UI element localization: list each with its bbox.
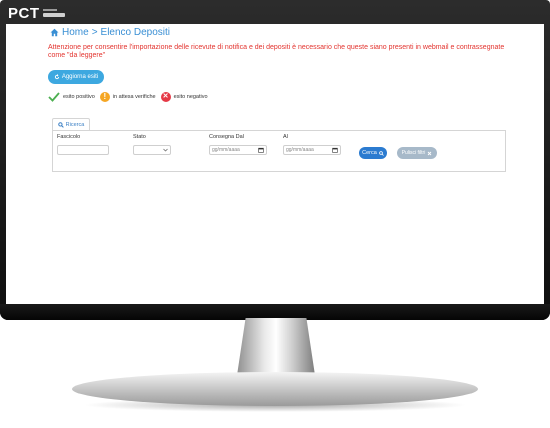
error-x-icon: ✕: [160, 92, 171, 102]
exclamation-icon: !: [99, 92, 110, 102]
logo-text: PCT: [8, 4, 40, 22]
al-label: Al: [283, 134, 288, 140]
update-results-button[interactable]: Aggiorna esiti: [48, 70, 104, 84]
warning-message: Attenzione per consentire l'importazione…: [48, 44, 505, 59]
consegna-dal-input[interactable]: gg/mm/aaaa: [209, 145, 267, 155]
search-button-label: Cerca: [362, 150, 377, 156]
legend-positive-label: esito positivo: [63, 94, 95, 100]
checkmark-icon: [48, 92, 60, 102]
breadcrumb-home[interactable]: Home: [62, 27, 89, 38]
legend-negative: ✕ esito negativo: [160, 92, 208, 102]
breadcrumb-separator: >: [91, 27, 98, 38]
monitor-frame: PCT Home > Elenco Depositi Attenzione pe…: [0, 0, 550, 320]
monitor-chin: [0, 304, 550, 320]
fascicolo-input[interactable]: [57, 145, 109, 155]
legend-pending: ! in attesa verifiche: [99, 92, 156, 102]
logo-mark-icon: [42, 8, 65, 18]
calendar-icon: [332, 147, 338, 153]
stato-label: Stato: [133, 134, 146, 140]
status-legend: esito positivo ! in attesa verifiche ✕ e…: [48, 92, 208, 102]
monitor-stand-base: [72, 372, 478, 406]
clear-filters-button[interactable]: Pulisci filtri: [397, 147, 437, 159]
al-placeholder: gg/mm/aaaa: [286, 147, 314, 153]
breadcrumb-current: Elenco Depositi: [100, 27, 171, 38]
al-input[interactable]: gg/mm/aaaa: [283, 145, 341, 155]
search-button[interactable]: Cerca: [359, 147, 387, 159]
update-results-label: Aggiorna esiti: [61, 74, 99, 80]
screen: Home > Elenco Depositi Attenzione per co…: [6, 24, 544, 304]
tab-ricerca-label: Ricerca: [65, 122, 85, 128]
consegna-dal-label: Consegna Dal: [209, 134, 244, 140]
stato-select[interactable]: [133, 145, 171, 155]
calendar-icon: [258, 147, 264, 153]
close-icon: [427, 151, 432, 155]
breadcrumb: Home > Elenco Depositi: [50, 27, 170, 38]
fascicolo-label: Fascicolo: [57, 134, 81, 140]
legend-pending-label: in attesa verifiche: [112, 94, 156, 100]
app-logo: PCT: [8, 4, 65, 22]
search-icon: [379, 150, 384, 156]
search-panel: Fascicolo Stato Consegna Dal gg/mm/aaaa …: [52, 130, 506, 172]
legend-negative-label: esito negativo: [173, 94, 208, 100]
monitor-bezel: PCT: [0, 0, 550, 24]
chevron-down-icon: [163, 148, 168, 152]
clear-filters-label: Pulisci filtri: [401, 150, 426, 156]
consegna-dal-placeholder: gg/mm/aaaa: [212, 147, 240, 153]
home-icon[interactable]: [50, 28, 59, 37]
search-icon: [57, 122, 64, 128]
legend-positive: esito positivo: [48, 92, 95, 102]
refresh-icon: [54, 74, 59, 80]
